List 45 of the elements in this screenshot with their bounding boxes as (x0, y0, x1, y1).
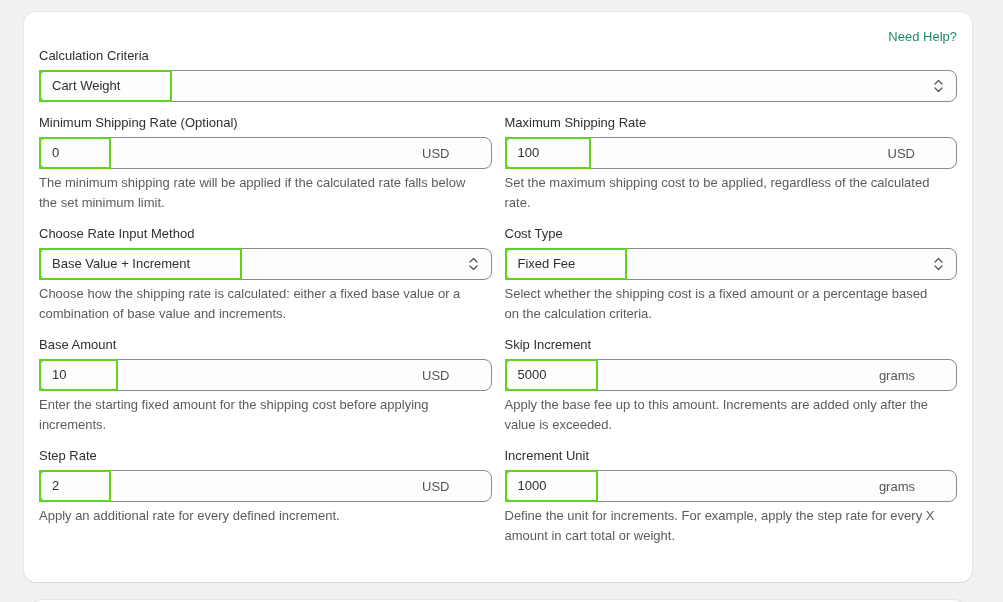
unit-label: USD (422, 145, 450, 161)
field-label: Choose Rate Input Method (39, 226, 196, 242)
help-text: Select whether the shipping cost is a fixed amount or a percentage based on the calculation criteria. (504, 285, 929, 323)
unit-label: USD (887, 145, 915, 161)
field-value: 100 (504, 137, 592, 169)
field-label: Step Rate (39, 448, 98, 464)
field-label: Cost Type (504, 226, 564, 242)
input-field[interactable]: 100 USD (504, 137, 957, 169)
field-value: 5000 (504, 359, 599, 391)
unit-label: grams (878, 478, 915, 494)
help-text: Apply the base fee up to this amount. Increments are added only after the value is exceeded. (504, 396, 929, 434)
select-field[interactable]: Cart Weight (39, 70, 957, 102)
field-label: Minimum Shipping Rate (Optional) (39, 115, 239, 131)
help-text: The minimum shipping rate will be applied if the calculated rate falls below the set minimum limit. (39, 174, 467, 212)
field-label: Calculation Criteria (39, 48, 150, 64)
chevron-up-down-icon (934, 257, 943, 271)
help-text: Enter the starting fixed amount for the shipping cost before applying increments. (39, 396, 430, 434)
help-text: Define the unit for increments. For example, apply the step rate for every X amount in cart total or weight. (504, 507, 936, 545)
chevron-up-down-icon (934, 79, 943, 93)
field-value: 10 (39, 359, 119, 391)
input-field[interactable]: 10 USD (39, 359, 492, 391)
chevron-up-down-icon (468, 257, 478, 271)
select-field[interactable]: Base Value + Increment (39, 248, 492, 280)
field-value: 0 (39, 137, 112, 169)
input-field[interactable]: 0 USD (39, 137, 492, 169)
input-field[interactable]: 1000 grams (504, 470, 957, 502)
input-field[interactable]: 5000 grams (504, 359, 957, 391)
select-field[interactable]: Fixed Fee (504, 248, 957, 280)
input-field[interactable]: 2 USD (39, 470, 492, 502)
need-help-link[interactable]: Need Help? (888, 29, 957, 45)
field-label: Skip Increment (504, 337, 593, 353)
unit-label: grams (878, 367, 915, 383)
field-value: 2 (39, 470, 112, 502)
help-text: Apply an additional rate for every defined increment. (39, 507, 341, 525)
help-text: Choose how the shipping rate is calculated: either a fixed base value or a combination of base value and increments. (39, 285, 462, 323)
field-value: 1000 (504, 470, 599, 502)
help-text: Set the maximum shipping cost to be applied, regardless of the calculated rate. (504, 174, 931, 212)
field-value: Cart Weight (39, 70, 173, 102)
field-label: Increment Unit (504, 448, 591, 464)
unit-label: USD (422, 478, 450, 494)
field-value: Base Value + Increment (39, 248, 243, 280)
field-value: Fixed Fee (504, 248, 628, 280)
field-label: Maximum Shipping Rate (504, 115, 648, 131)
unit-label: USD (422, 367, 450, 383)
field-label: Base Amount (39, 337, 118, 353)
